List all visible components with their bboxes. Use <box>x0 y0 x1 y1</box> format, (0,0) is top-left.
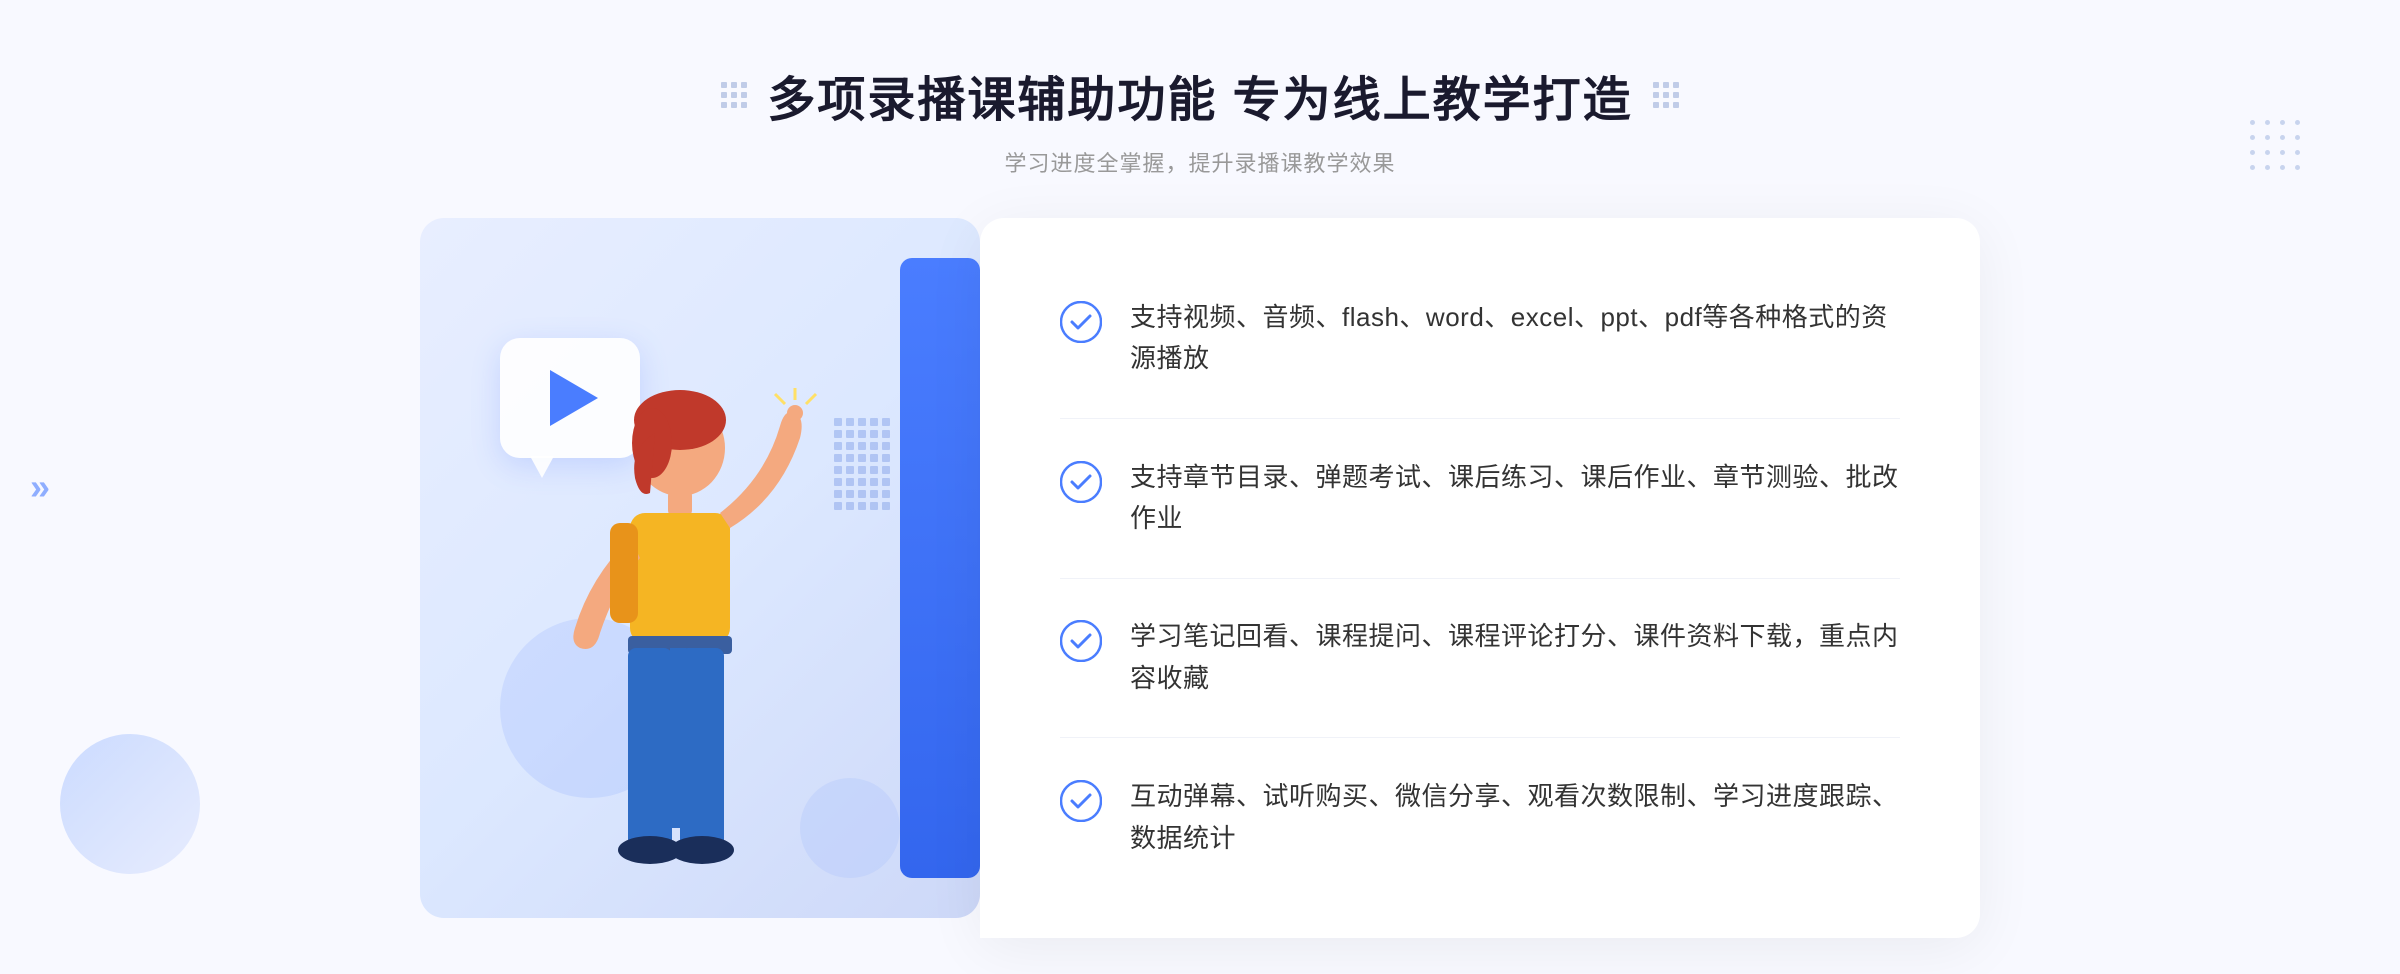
feature-text-3: 学习笔记回看、课程提问、课程评论打分、课件资料下载，重点内容收藏 <box>1130 616 1900 699</box>
divider-1 <box>1060 418 1900 419</box>
feature-text-1: 支持视频、音频、flash、word、excel、ppt、pdf等各种格式的资源… <box>1130 297 1900 380</box>
title-row: 多项录播课辅助功能 专为线上教学打造 <box>721 60 1678 130</box>
left-illustration-panel <box>420 218 1000 938</box>
page-container: » 多项录播课辅助功能 专为线上教学打造 学习进度全掌握，提升录播课教学 <box>0 0 2400 974</box>
page-header: 多项录播课辅助功能 专为线上教学打造 学习进度全掌握，提升录播课教学效果 <box>721 60 1678 178</box>
check-icon-1 <box>1060 301 1102 343</box>
right-grid-icon <box>1653 82 1679 108</box>
stripe-decoration <box>834 418 890 510</box>
feature-text-4: 互动弹幕、试听购买、微信分享、观看次数限制、学习进度跟踪、数据统计 <box>1130 776 1900 859</box>
check-icon-2 <box>1060 461 1102 503</box>
page-title: 多项录播课辅助功能 专为线上教学打造 <box>767 60 1632 130</box>
feature-item-4: 互动弹幕、试听购买、微信分享、观看次数限制、学习进度跟踪、数据统计 <box>1060 756 1900 879</box>
left-chevron-decoration: » <box>30 466 50 508</box>
divider-2 <box>1060 578 1900 579</box>
right-dot-pattern <box>2250 120 2300 170</box>
feature-item-3: 学习笔记回看、课程提问、课程评论打分、课件资料下载，重点内容收藏 <box>1060 596 1900 719</box>
check-icon-3 <box>1060 620 1102 662</box>
feature-item-1: 支持视频、音频、flash、word、excel、ppt、pdf等各种格式的资源… <box>1060 277 1900 400</box>
feature-item-2: 支持章节目录、弹题考试、课后练习、课后作业、章节测验、批改作业 <box>1060 437 1900 560</box>
features-panel: 支持视频、音频、flash、word、excel、ppt、pdf等各种格式的资源… <box>980 218 1980 938</box>
blue-accent-panel <box>900 258 980 878</box>
feature-text-2: 支持章节目录、弹题考试、课后练习、课后作业、章节测验、批改作业 <box>1130 457 1900 540</box>
check-icon-4 <box>1060 780 1102 822</box>
divider-3 <box>1060 737 1900 738</box>
bottom-left-circle-decoration <box>60 734 200 874</box>
page-subtitle: 学习进度全掌握，提升录播课教学效果 <box>721 146 1678 178</box>
left-grid-icon <box>721 82 747 108</box>
person-illustration <box>480 358 820 938</box>
main-content: 支持视频、音频、flash、word、excel、ppt、pdf等各种格式的资源… <box>420 218 1980 938</box>
